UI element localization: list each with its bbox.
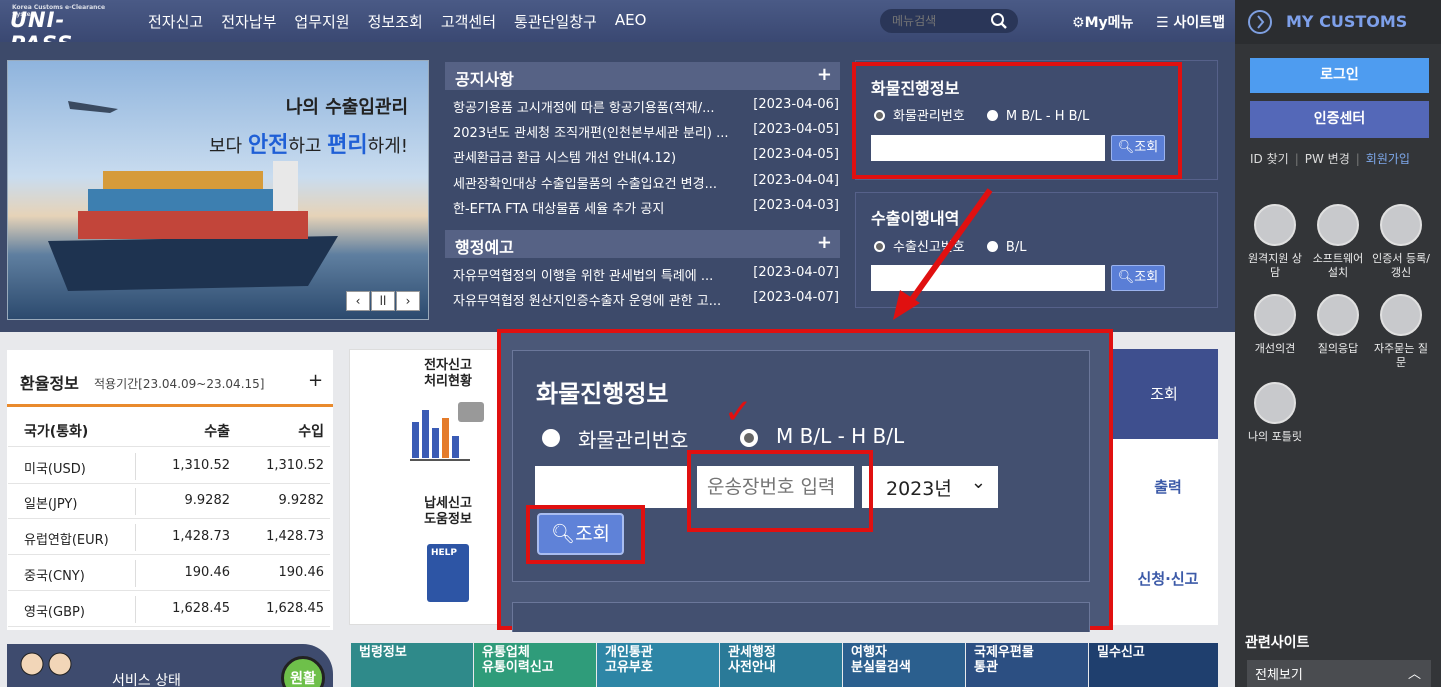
banner-prev-button[interactable]: ‹	[346, 291, 370, 311]
admin-notice-item[interactable]: 자유무역협정의 이행을 위한 관세법의 특례에 ... [2023-04-07]	[453, 265, 841, 284]
table-header: 국가(통화) 수출 수입	[8, 412, 330, 447]
banner-pause-button[interactable]: ll	[371, 291, 395, 311]
plus-icon[interactable]: +	[817, 232, 832, 253]
zoomed-bl-label: M B/L - H B/L	[776, 424, 905, 448]
tile-law-info[interactable]: 법령정보	[351, 643, 473, 687]
divider	[7, 404, 333, 407]
zoomed-lower-box	[512, 602, 1090, 632]
export-no-radio[interactable]	[874, 241, 885, 252]
notice-item[interactable]: 항공기용품 고시개정에 따른 항공기용품(적재/... [2023-04-06]	[453, 97, 841, 116]
my-menu-link[interactable]: ⚙My메뉴	[1072, 12, 1133, 32]
export-bl-radio[interactable]	[986, 241, 998, 252]
cert-center-button[interactable]: 인증센터	[1250, 101, 1429, 138]
plus-icon[interactable]: +	[817, 64, 832, 85]
notice-item[interactable]: 2023년도 관세청 조직개편(인천본부세관 분리) ... [2023-04-0…	[453, 122, 841, 141]
zoomed-year-select[interactable]: 2023년 ⌄	[862, 466, 998, 508]
notice-header: 공지사항 +	[445, 62, 840, 90]
highlight-box	[687, 450, 873, 532]
my-customs-title: MY CUSTOMS	[1286, 12, 1408, 31]
admin-notice-header: 행정예고 +	[445, 230, 840, 258]
nav-item[interactable]: 업무지원	[294, 11, 349, 32]
nav-item[interactable]: 정보조회	[368, 11, 423, 32]
find-id-link[interactable]: ID 찾기	[1250, 152, 1289, 166]
tile-intl-mail[interactable]: 국제우편물 통관	[966, 643, 1088, 687]
chevron-up-icon: ︿	[1407, 667, 1421, 682]
status-badge: 원활	[281, 656, 325, 687]
tile-customs-guide[interactable]: 관세행정 사전안내	[720, 643, 842, 687]
help-book-icon: HELP	[427, 544, 469, 602]
tax-help-link[interactable]: 납세신고 도움정보	[398, 496, 498, 528]
main-banner[interactable]: 나의 수출입관리 보다 안전하고 편리하게! ‹ ll ›	[7, 60, 429, 320]
menu-search-box	[880, 9, 1018, 33]
table-row: 중국(CNY) 190.46 190.46	[8, 556, 330, 591]
highlight-box	[526, 505, 645, 564]
faq-icon[interactable]: 자주묻는 질문	[1371, 294, 1431, 370]
chevron-right-icon[interactable]	[1248, 10, 1272, 34]
login-button[interactable]: 로그인	[1250, 58, 1429, 93]
export-search-button[interactable]: 🔍︎조회	[1111, 265, 1165, 291]
table-row: 미국(USD) 1,310.52 1,310.52	[8, 449, 330, 484]
nav-item[interactable]: 전자신고	[148, 11, 203, 32]
notice-item[interactable]: 관세환급금 환급 시스템 개선 안내(4.12) [2023-04-05]	[453, 147, 841, 166]
table-row: 일본(JPY) 9.9282 9.9282	[8, 484, 330, 519]
change-pw-link[interactable]: PW 변경	[1305, 152, 1350, 166]
related-sites-title: 관련사이트	[1245, 635, 1310, 651]
highlight-box	[852, 62, 1182, 179]
zoomed-cargo-title: 화물진행정보	[536, 380, 669, 408]
staff-avatars	[12, 646, 82, 686]
search-icon[interactable]	[990, 12, 1008, 30]
notice-item[interactable]: 한-EFTA FTA 대상물품 세율 추가 공지 [2023-04-03]	[453, 198, 841, 217]
remote-support-icon[interactable]: 원격지원 상담	[1245, 204, 1305, 280]
banner-headline: 나의 수출입관리	[285, 97, 408, 118]
table-row: 유럽연합(EUR) 1,428.73 1,428.73	[8, 520, 330, 555]
zoomed-mbl-input[interactable]	[535, 466, 690, 508]
tile-lost-items[interactable]: 여행자 분실물검색	[843, 643, 965, 687]
menu-icon: ☰	[1156, 15, 1169, 31]
banner-controls: ‹ ll ›	[346, 291, 420, 311]
export-number-input[interactable]	[871, 265, 1105, 291]
zoomed-cargo-no-label: 화물관리번호	[578, 428, 689, 452]
tile-distribution[interactable]: 유통업체 유통이력신고	[474, 643, 596, 687]
plus-icon[interactable]: +	[308, 370, 323, 391]
nav-item[interactable]: 전자납부	[221, 11, 276, 32]
unipass-logo[interactable]: Korea Customs e-Clearance SystemUNI-PASS	[10, 4, 115, 56]
gear-icon: ⚙	[1072, 15, 1085, 31]
exchange-rate-title: 환율정보	[20, 374, 79, 393]
e-declaration-status-link[interactable]: 전자신고 처리현황	[398, 358, 498, 390]
menu-search-input[interactable]	[892, 12, 992, 30]
strip-apply[interactable]: 신청·신고	[1118, 568, 1218, 589]
search-icon: 🔍︎	[1117, 270, 1135, 285]
nav-item[interactable]: 고객센터	[441, 11, 496, 32]
main-nav: 전자신고 전자납부 업무지원 정보조회 고객센터 통관단일창구 AEO	[148, 11, 646, 32]
tile-personal-code[interactable]: 개인통관 고유부호	[597, 643, 719, 687]
banner-subline: 보다 안전하고 편리하게!	[209, 133, 408, 158]
software-install-icon[interactable]: 소프트웨어 설치	[1308, 204, 1368, 280]
exchange-rate-period: 적용기간[23.04.09~23.04.15]	[94, 377, 265, 391]
export-history-title: 수출이행내역	[871, 209, 960, 228]
nav-item[interactable]: AEO	[615, 11, 647, 32]
export-radio-group: 수출신고번호 B/L	[874, 236, 1026, 255]
table-row: 영국(GBP) 1,628.45 1,628.45	[8, 592, 330, 627]
notice-item[interactable]: 세관장확인대상 수출입물품의 수출입요건 변경... [2023-04-04]	[453, 173, 841, 192]
view-all-select[interactable]: 전체보기 ︿	[1247, 660, 1431, 687]
qna-icon[interactable]: 질의응답	[1308, 294, 1368, 356]
nav-item[interactable]: 통관단일창구	[514, 11, 597, 32]
cert-register-icon[interactable]: 인증서 등록/갱신	[1371, 204, 1431, 280]
account-links: ID 찾기 | PW 변경 | 회원가입	[1250, 152, 1410, 166]
banner-next-button[interactable]: ›	[396, 291, 420, 311]
chevron-down-icon: ⌄	[970, 472, 986, 493]
join-link[interactable]: 회원가입	[1366, 152, 1410, 166]
sitemap-link[interactable]: ☰ 사이트맵	[1156, 12, 1225, 32]
portlet-icon[interactable]: 나의 포틀릿	[1245, 382, 1305, 444]
feedback-icon[interactable]: 개선의견	[1245, 294, 1305, 356]
tile-smuggling-report[interactable]: 밀수신고	[1089, 643, 1218, 687]
admin-notice-item[interactable]: 자유무역협정 원산지인증수출자 운영에 관한 고... [2023-04-07]	[453, 290, 841, 309]
zoomed-cargo-no-radio[interactable]	[542, 429, 560, 447]
strip-search[interactable]: 조회	[1110, 349, 1218, 439]
bar-chart-icon	[410, 402, 484, 461]
strip-print[interactable]: 출력	[1118, 476, 1218, 497]
checkmark-annotation: ✓	[724, 392, 753, 432]
